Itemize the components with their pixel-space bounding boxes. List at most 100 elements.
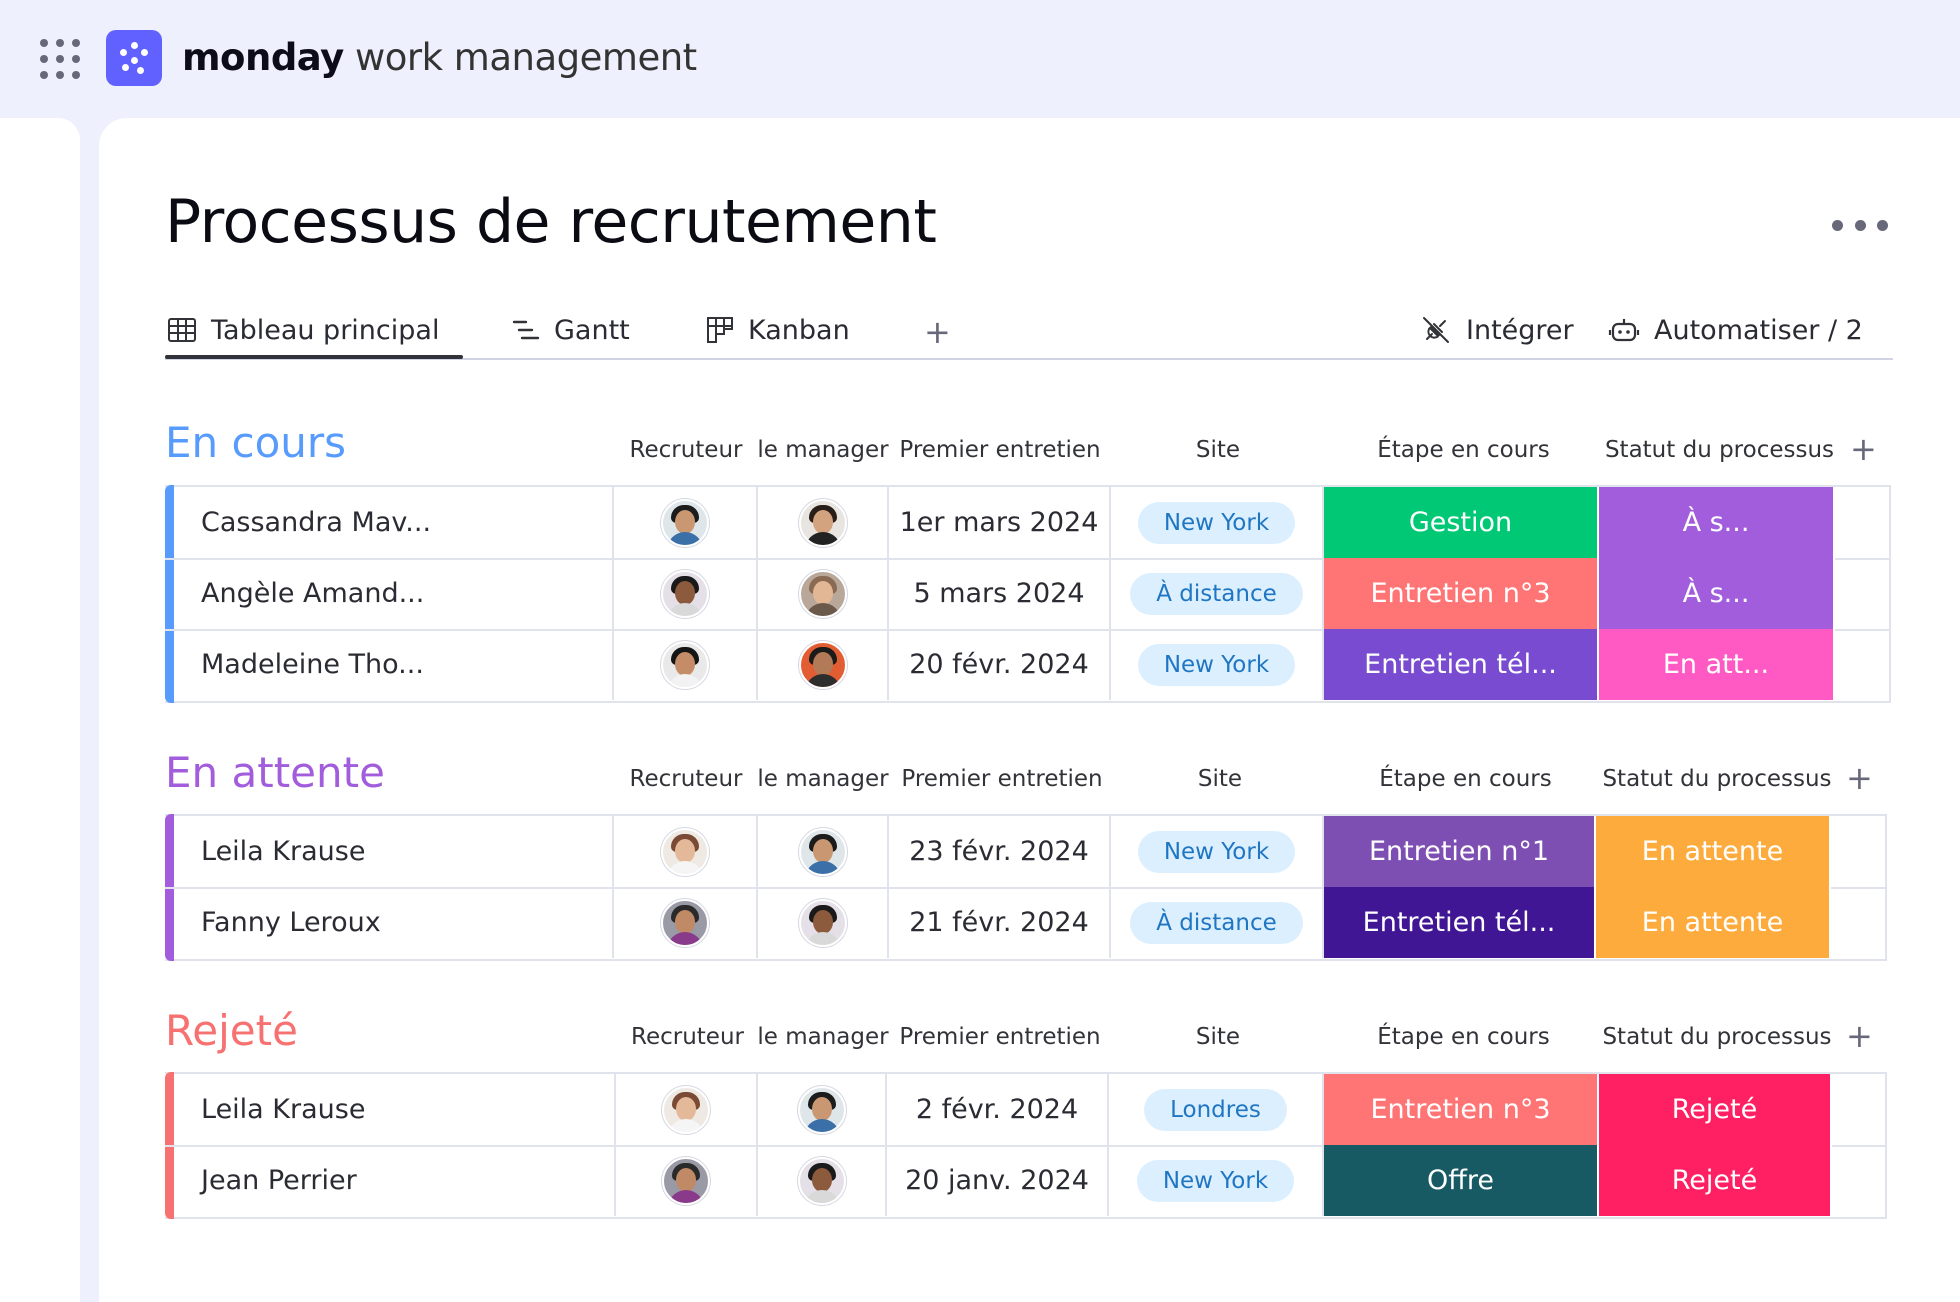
column-header-current-stage[interactable]: Étape en cours bbox=[1328, 764, 1603, 794]
status-cell[interactable]: À s... bbox=[1599, 487, 1835, 558]
add-column-button[interactable]: + bbox=[1846, 762, 1873, 794]
status-cell[interactable]: À s... bbox=[1599, 558, 1835, 629]
column-header-process-status[interactable]: Statut du processus bbox=[1599, 1022, 1835, 1052]
date-cell[interactable]: 5 mars 2024 bbox=[889, 558, 1111, 629]
manager-cell[interactable] bbox=[758, 1074, 887, 1145]
table-row[interactable]: Cassandra Mav... 1er mars 2024 New York … bbox=[165, 487, 1889, 560]
group-title-rejete[interactable]: Rejeté bbox=[165, 1004, 298, 1058]
stage-cell[interactable]: Entretien n°3 bbox=[1324, 558, 1599, 629]
site-tag: New York bbox=[1137, 830, 1296, 873]
integrate-button[interactable]: Intégrer bbox=[1420, 308, 1574, 352]
automate-button[interactable]: Automatiser / 2 bbox=[1608, 308, 1863, 352]
tab-gantt-label: Gantt bbox=[554, 314, 630, 346]
recruiter-cell[interactable] bbox=[614, 887, 758, 958]
item-name[interactable]: Angèle Amand... bbox=[174, 558, 614, 629]
manager-cell[interactable] bbox=[758, 487, 889, 558]
avatar bbox=[661, 898, 709, 947]
date-cell[interactable]: 1er mars 2024 bbox=[889, 487, 1111, 558]
app-switcher-icon[interactable] bbox=[40, 39, 80, 79]
site-cell[interactable]: À distance bbox=[1111, 887, 1324, 958]
column-header-site[interactable]: Site bbox=[1114, 764, 1326, 794]
add-view-button[interactable]: + bbox=[924, 312, 951, 352]
group-title-en-cours[interactable]: En cours bbox=[165, 416, 346, 470]
site-cell[interactable]: Londres bbox=[1109, 1074, 1324, 1145]
site-cell[interactable]: New York bbox=[1111, 629, 1324, 700]
status-cell[interactable]: Rejeté bbox=[1599, 1074, 1832, 1145]
column-header-first-interview[interactable]: Premier entretien bbox=[890, 1022, 1110, 1052]
status-cell[interactable]: En attente bbox=[1596, 887, 1831, 958]
add-column-button[interactable]: + bbox=[1846, 1020, 1873, 1052]
item-name[interactable]: Leila Krause bbox=[174, 1074, 616, 1145]
status-cell[interactable]: Rejeté bbox=[1599, 1145, 1832, 1216]
brand-name: monday work management bbox=[182, 34, 697, 82]
recruiter-cell[interactable] bbox=[614, 487, 758, 558]
automate-label: Automatiser / 2 bbox=[1654, 314, 1863, 346]
manager-cell[interactable] bbox=[758, 629, 889, 700]
column-header-process-status[interactable]: Statut du processus bbox=[1599, 764, 1835, 794]
avatar bbox=[798, 640, 847, 689]
stage-cell[interactable]: Gestion bbox=[1324, 487, 1599, 558]
stage-cell[interactable]: Offre bbox=[1324, 1145, 1599, 1216]
date-cell[interactable]: 23 févr. 2024 bbox=[889, 816, 1111, 887]
recruiter-cell[interactable] bbox=[616, 1074, 758, 1145]
table-row[interactable]: Leila Krause 2 févr. 2024 Londres Entret… bbox=[165, 1074, 1885, 1147]
integrate-label: Intégrer bbox=[1466, 314, 1574, 346]
item-name[interactable]: Madeleine Tho... bbox=[174, 629, 614, 700]
column-header-manager[interactable]: le manager bbox=[757, 764, 889, 794]
column-header-recruiter[interactable]: Recruteur bbox=[620, 764, 752, 794]
table-row[interactable]: Jean Perrier 20 janv. 2024 New York Offr… bbox=[165, 1145, 1885, 1216]
status-cell[interactable]: En att... bbox=[1599, 629, 1835, 700]
table-row[interactable]: Angèle Amand... 5 mars 2024 À distance E… bbox=[165, 558, 1889, 631]
add-column-button[interactable]: + bbox=[1850, 433, 1877, 465]
stage-cell[interactable]: Entretien n°1 bbox=[1324, 816, 1596, 887]
column-header-current-stage[interactable]: Étape en cours bbox=[1326, 1022, 1601, 1052]
status-cell[interactable]: En attente bbox=[1596, 816, 1831, 887]
manager-cell[interactable] bbox=[758, 558, 889, 629]
active-tab-indicator bbox=[165, 355, 463, 359]
site-cell[interactable]: New York bbox=[1111, 487, 1324, 558]
tab-gantt[interactable]: Gantt bbox=[512, 308, 630, 352]
table-row[interactable]: Leila Krause 23 févr. 2024 New York Entr… bbox=[165, 816, 1885, 889]
recruiter-cell[interactable] bbox=[614, 629, 758, 700]
column-header-site[interactable]: Site bbox=[1112, 435, 1324, 465]
plug-icon bbox=[1423, 317, 1449, 343]
table-row[interactable]: Fanny Leroux 21 févr. 2024 À distance En… bbox=[165, 887, 1885, 958]
stage-cell[interactable]: Entretien tél... bbox=[1324, 887, 1596, 958]
column-header-first-interview[interactable]: Premier entretien bbox=[892, 764, 1112, 794]
column-header-recruiter[interactable]: Recruteur bbox=[620, 435, 752, 465]
manager-cell[interactable] bbox=[758, 887, 889, 958]
recruiter-cell[interactable] bbox=[614, 558, 758, 629]
left-sidebar bbox=[0, 118, 80, 1302]
more-options-icon[interactable] bbox=[1832, 218, 1888, 232]
table-icon bbox=[168, 318, 196, 342]
recruiter-cell[interactable] bbox=[616, 1145, 758, 1216]
tab-kanban[interactable]: Kanban bbox=[706, 308, 850, 352]
avatar bbox=[662, 1156, 710, 1205]
date-cell[interactable]: 20 janv. 2024 bbox=[887, 1145, 1109, 1216]
item-name[interactable]: Leila Krause bbox=[174, 816, 614, 887]
column-header-manager[interactable]: le manager bbox=[757, 435, 889, 465]
column-header-site[interactable]: Site bbox=[1112, 1022, 1324, 1052]
date-cell[interactable]: 20 févr. 2024 bbox=[889, 629, 1111, 700]
manager-cell[interactable] bbox=[758, 816, 889, 887]
column-header-manager[interactable]: le manager bbox=[757, 1022, 889, 1052]
site-cell[interactable]: À distance bbox=[1111, 558, 1324, 629]
stage-cell[interactable]: Entretien n°3 bbox=[1324, 1074, 1599, 1145]
date-cell[interactable]: 2 févr. 2024 bbox=[887, 1074, 1109, 1145]
tab-main-table[interactable]: Tableau principal bbox=[167, 308, 439, 352]
item-name[interactable]: Jean Perrier bbox=[174, 1145, 616, 1216]
manager-cell[interactable] bbox=[758, 1145, 887, 1216]
column-header-first-interview[interactable]: Premier entretien bbox=[890, 435, 1110, 465]
stage-cell[interactable]: Entretien tél... bbox=[1324, 629, 1599, 700]
group-title-en-attente[interactable]: En attente bbox=[165, 746, 385, 800]
item-name[interactable]: Cassandra Mav... bbox=[174, 487, 614, 558]
column-header-recruiter[interactable]: Recruteur bbox=[620, 1022, 755, 1052]
recruiter-cell[interactable] bbox=[614, 816, 758, 887]
site-cell[interactable]: New York bbox=[1109, 1145, 1324, 1216]
item-name[interactable]: Fanny Leroux bbox=[174, 887, 614, 958]
column-header-current-stage[interactable]: Étape en cours bbox=[1326, 435, 1601, 465]
date-cell[interactable]: 21 févr. 2024 bbox=[889, 887, 1111, 958]
table-row[interactable]: Madeleine Tho... 20 févr. 2024 New York … bbox=[165, 629, 1889, 700]
column-header-process-status[interactable]: Statut du processus bbox=[1601, 435, 1838, 465]
site-cell[interactable]: New York bbox=[1111, 816, 1324, 887]
